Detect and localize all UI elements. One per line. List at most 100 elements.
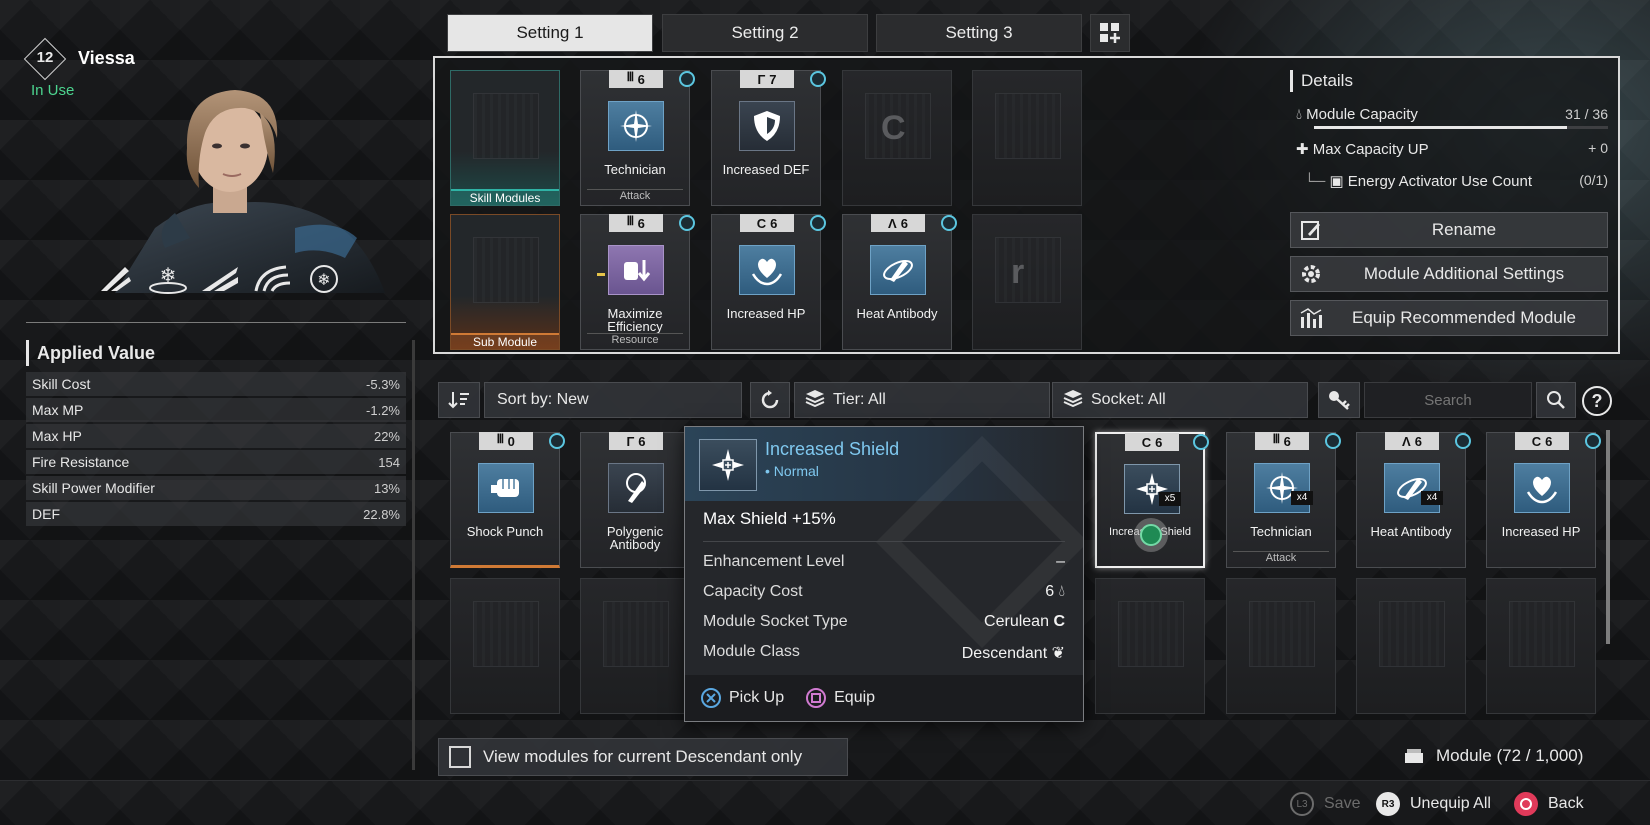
socket-icon: C (1531, 433, 1542, 449)
count-badge: x4 (1291, 491, 1313, 505)
equipped-module-technician[interactable]: 𝍫6 Technician Attack (580, 69, 695, 206)
empty-slot[interactable] (1095, 578, 1205, 714)
module-sub: Attack (587, 189, 683, 203)
pick-up-action[interactable]: Pick Up (701, 688, 784, 708)
skill-module-slot[interactable]: Skill Modules (450, 70, 560, 206)
empty-chip (473, 93, 539, 159)
checkbox[interactable] (449, 746, 471, 768)
equipped-module-increased-def[interactable]: Γ7 Increased DEF (711, 70, 826, 206)
unequip-all-button[interactable]: R3 Unequip All (1376, 792, 1491, 816)
skill-modules-label: Skill Modules (451, 189, 559, 205)
current-descendant-filter[interactable]: View modules for current Descendant only (438, 738, 848, 776)
sort-icon (448, 392, 469, 409)
save-button[interactable]: L3 Save (1290, 792, 1360, 816)
module-capacity-value: 31 / 36 (1565, 106, 1608, 122)
equip-recommended-module-button[interactable]: Equip Recommended Module (1290, 300, 1608, 336)
empty-slot[interactable]: C (842, 70, 952, 206)
tab-setting-3[interactable]: Setting 3 (876, 14, 1082, 52)
inventory-module-polygenic-antibody[interactable]: Γ6 Polygenic Antibody (580, 432, 690, 568)
inventory-module-increased-hp[interactable]: C6 Increased HP (1486, 432, 1601, 568)
inventory-scrollbar[interactable] (1606, 430, 1610, 644)
empty-slot[interactable] (450, 578, 560, 714)
applied-value: 13% (373, 480, 400, 496)
equip-label: Equip (834, 689, 876, 707)
module-count: Module (72 / 1,000) (1404, 746, 1583, 766)
sort-order-button[interactable] (438, 382, 480, 418)
inventory-module-shock-punch[interactable]: 𝍫0 Shock Punch (450, 431, 565, 568)
socket-icon: 𝍫 (627, 213, 634, 228)
class-icon (810, 215, 826, 231)
level-text: 12 (36, 49, 54, 66)
tier-badge: 𝍫6 (1255, 431, 1309, 450)
empty-slot[interactable] (1356, 578, 1466, 714)
efficiency-icon (608, 245, 664, 295)
inventory-module-technician[interactable]: 𝍫6 x4 Technician Attack (1226, 431, 1341, 568)
drop-icon: 💧︎ (1296, 106, 1307, 123)
refresh-button[interactable] (750, 382, 790, 418)
sub-module-slot[interactable]: Sub Module (450, 214, 560, 350)
applied-value: -5.3% (366, 376, 400, 392)
empty-chip (473, 237, 539, 303)
tier-value: 6 (638, 433, 646, 449)
question-icon: ? (1591, 390, 1603, 411)
inventory-module-increased-shield[interactable]: C6 x5 Increased Shield (1095, 432, 1209, 568)
sort-dropdown[interactable]: Sort by: New (484, 382, 742, 418)
add-setting-button[interactable] (1090, 14, 1130, 52)
fist-icon (478, 463, 534, 513)
empty-slot[interactable] (580, 578, 690, 714)
applied-row: Skill Power Modifier 13% (26, 476, 406, 500)
tooltip-row-label: Enhancement Level (703, 553, 845, 570)
svg-text:❄: ❄ (160, 263, 177, 287)
empty-chip (473, 601, 539, 667)
socket-filter-dropdown[interactable]: Socket: All (1052, 382, 1308, 418)
tooltip-row-value: – (1056, 553, 1065, 570)
applied-row: Fire Resistance 154 (26, 450, 406, 474)
inventory-module-heat-antibody[interactable]: Λ6 x4 Heat Antibody (1356, 432, 1471, 568)
rename-label: Rename (1431, 220, 1497, 239)
rename-button[interactable]: Rename (1290, 212, 1608, 248)
layers-icon (805, 389, 825, 412)
tooltip-row: Module Class Descendant ❦ (703, 643, 1065, 663)
module-sub: Attack (1233, 551, 1329, 565)
tier-badge: 𝍫0 (479, 431, 533, 450)
socket-type-icon: r (1011, 253, 1025, 291)
empty-slot[interactable] (1486, 578, 1596, 714)
key-filter-button[interactable] (1318, 382, 1360, 418)
help-button[interactable]: ? (1582, 386, 1612, 416)
tier-badge: Λ6 (871, 214, 925, 232)
tier-value: 6 (637, 215, 645, 231)
module-name: Technician (1250, 524, 1312, 539)
unequip-all-label: Unequip All (1410, 795, 1491, 812)
module-capacity-row: 💧︎ Module Capacity 31 / 36 (1296, 106, 1608, 123)
class-icon (810, 71, 826, 87)
equip-action[interactable]: Equip (806, 688, 875, 708)
antibody-icon (870, 245, 926, 295)
rarity-marker (597, 273, 605, 276)
search-input[interactable] (1364, 382, 1532, 418)
tooltip-module-name: Increased Shield (765, 439, 900, 459)
empty-slot[interactable] (1226, 578, 1336, 714)
back-button[interactable]: Back (1514, 792, 1584, 816)
module-name: Heat Antibody (856, 306, 938, 321)
tab-setting-2[interactable]: Setting 2 (662, 14, 868, 52)
tier-filter-dropdown[interactable]: Tier: All (794, 382, 1050, 418)
empty-slot[interactable] (972, 70, 1082, 206)
applied-value: 154 (378, 454, 400, 470)
status-in-use: In Use (31, 82, 75, 99)
equipped-module-maximize-efficiency[interactable]: 𝍫6 Maximize Efficiency Resource (580, 213, 695, 350)
module-additional-settings-button[interactable]: Module Additional Settings (1290, 256, 1608, 292)
details-title: Details (1290, 70, 1353, 92)
module-additional-settings-label: Module Additional Settings (1363, 264, 1565, 283)
equipped-module-increased-hp[interactable]: C6 Increased HP (711, 214, 826, 350)
tab-setting-1[interactable]: Setting 1 (447, 14, 653, 52)
crosshair-icon (608, 101, 664, 151)
equipped-module-heat-antibody[interactable]: Λ6 Heat Antibody (842, 214, 957, 350)
bar-chart-icon (1291, 307, 1331, 329)
drop-icon: 💧︎ (1058, 583, 1065, 600)
heart-hands-icon (1514, 463, 1570, 513)
empty-chip (603, 601, 669, 667)
cerulean-socket-icon: C (881, 109, 906, 147)
search-button[interactable] (1536, 382, 1576, 418)
empty-slot[interactable]: r (972, 214, 1082, 350)
left-scrollbar[interactable] (412, 340, 415, 770)
